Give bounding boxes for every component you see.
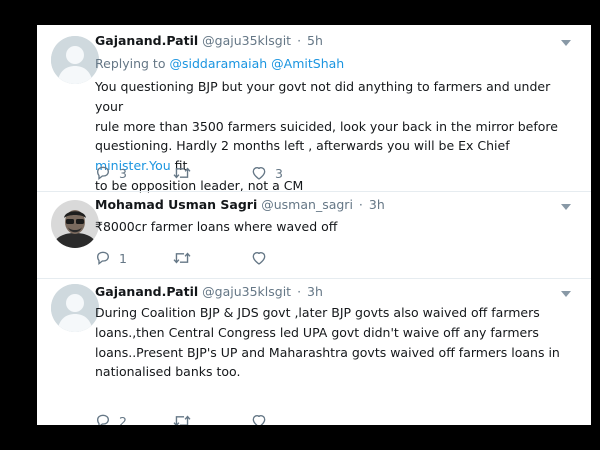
- text-line: ₹8000cr farmer loans where waved off: [95, 219, 338, 234]
- display-name[interactable]: Gajanand.Patil: [95, 33, 198, 48]
- tweet-text: During Coalition BJP & JDS govt ,later B…: [95, 303, 565, 382]
- like-button[interactable]: [251, 412, 267, 425]
- retweet-button[interactable]: [173, 412, 191, 425]
- like-icon: [252, 166, 266, 180]
- user-handle[interactable]: @usman_sagri: [261, 197, 353, 212]
- retweet-button[interactable]: [173, 164, 191, 182]
- avatar[interactable]: [51, 36, 99, 84]
- tweet[interactable]: Gajanand.Patil @gaju35klsgit · 3h During…: [37, 279, 591, 425]
- separator-dot: ·: [297, 33, 302, 48]
- default-avatar-icon: [51, 36, 99, 84]
- tweet-header: Gajanand.Patil @gaju35klsgit · 3h: [95, 284, 323, 299]
- avatar[interactable]: [51, 200, 99, 248]
- like-button[interactable]: 3: [251, 164, 283, 182]
- tweet-text: You questioning BJP but your govt not di…: [95, 77, 565, 196]
- retweet-icon: [173, 167, 191, 179]
- text-line: rule more than 3500 farmers suicided, lo…: [95, 118, 558, 134]
- text-span: questioning. Hardly 2 months left , afte…: [95, 138, 510, 154]
- text-line: questioning. Hardly 2 months left , afte…: [95, 136, 565, 176]
- retweet-icon: [173, 252, 191, 264]
- display-name[interactable]: Mohamad Usman Sagri: [95, 197, 257, 212]
- timestamp[interactable]: 3h: [307, 284, 323, 299]
- tweet-header: Mohamad Usman Sagri @usman_sagri · 3h: [95, 197, 385, 212]
- text-line: nationalised banks too.: [95, 364, 241, 380]
- replying-to: Replying to @siddaramaiah @AmitShah: [95, 56, 344, 71]
- separator-dot: ·: [297, 284, 302, 299]
- user-handle[interactable]: @gaju35klsgit: [202, 33, 291, 48]
- separator-dot: ·: [358, 197, 363, 212]
- like-icon: [252, 414, 266, 425]
- reply-button[interactable]: 2: [95, 412, 127, 425]
- like-icon: [252, 251, 266, 265]
- tweet[interactable]: Gajanand.Patil @gaju35klsgit · 5h Replyi…: [37, 25, 591, 193]
- retweet-icon: [173, 415, 191, 425]
- reply-count: 2: [119, 413, 127, 426]
- text-line: During Coalition BJP & JDS govt ,later B…: [95, 305, 540, 320]
- like-button[interactable]: [251, 249, 267, 267]
- user-handle[interactable]: @gaju35klsgit: [202, 284, 291, 299]
- like-count: 3: [275, 165, 283, 181]
- replying-prefix: Replying to: [95, 56, 166, 71]
- tweet-text: ₹8000cr farmer loans where waved off: [95, 217, 565, 237]
- text-line: loans.,then Central Congress led UPA gov…: [95, 324, 539, 340]
- retweet-button[interactable]: [173, 249, 191, 267]
- mention-link[interactable]: @siddaramaiah: [169, 56, 267, 71]
- reply-button[interactable]: 1: [95, 249, 127, 267]
- display-name[interactable]: Gajanand.Patil: [95, 284, 198, 299]
- reply-count: 3: [119, 165, 127, 181]
- reply-icon: [96, 414, 110, 425]
- caret-down-icon[interactable]: [561, 40, 571, 46]
- timestamp[interactable]: 5h: [307, 33, 323, 48]
- timestamp[interactable]: 3h: [369, 197, 385, 212]
- tweet[interactable]: Mohamad Usman Sagri @usman_sagri · 3h ₹8…: [37, 192, 591, 278]
- reply-icon: [96, 166, 110, 181]
- reply-button[interactable]: 3: [95, 164, 127, 182]
- mention-link[interactable]: @AmitShah: [271, 56, 344, 71]
- tweet-header: Gajanand.Patil @gaju35klsgit · 5h: [95, 33, 323, 48]
- caret-down-icon[interactable]: [561, 204, 571, 210]
- reply-count: 1: [119, 250, 127, 266]
- caret-down-icon[interactable]: [561, 291, 571, 297]
- text-line: loans..Present BJP's UP and Maharashtra …: [95, 344, 560, 360]
- profile-photo: [51, 200, 99, 248]
- tweet-thread: Gajanand.Patil @gaju35klsgit · 5h Replyi…: [37, 25, 591, 425]
- reply-icon: [96, 251, 110, 266]
- default-avatar-icon: [51, 284, 99, 332]
- text-line: You questioning BJP but your govt not di…: [95, 79, 551, 114]
- avatar[interactable]: [51, 284, 99, 332]
